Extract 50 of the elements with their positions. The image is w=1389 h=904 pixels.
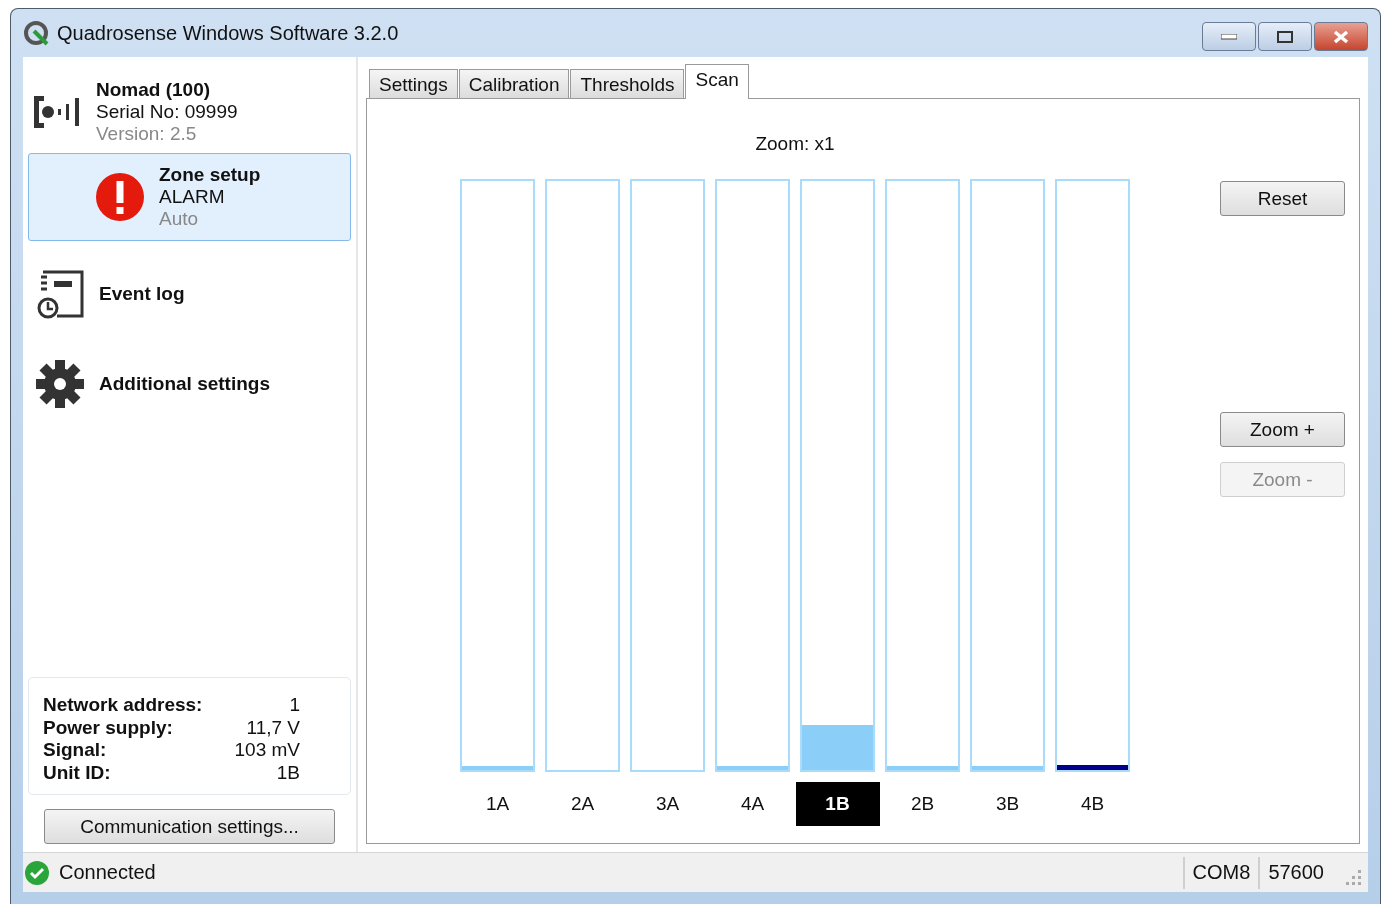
info-label: Network address: [43, 694, 204, 717]
channel-label[interactable]: 3A [625, 782, 710, 826]
check-icon [25, 860, 49, 885]
sidebar-item[interactable]: Event log [28, 249, 351, 339]
channel-label[interactable]: 4B [1050, 782, 1135, 826]
maximize-button[interactable] [1258, 22, 1312, 51]
app-logo-icon [23, 20, 49, 46]
info-value: 1B [275, 761, 300, 784]
firmware-version: Version: 2.5 [96, 123, 198, 145]
tab[interactable]: Thresholds [570, 69, 685, 99]
tab[interactable]: Calibration [458, 69, 570, 99]
maximize-icon [1277, 30, 1293, 43]
item-title: Additional settings [99, 373, 270, 395]
info-label: Unit ID: [43, 761, 112, 784]
info-value: 1 [288, 694, 300, 717]
event-log-icon [35, 269, 85, 319]
sidebar-item[interactable]: Zone setup ALARM Auto [28, 153, 351, 241]
panel-button[interactable]: Zoom + [1220, 412, 1345, 447]
window-title: Quadrosense Windows Software 3.2.0 [57, 21, 400, 45]
channel-label[interactable]: 1B [795, 782, 880, 826]
alarm-icon [95, 172, 145, 222]
close-button[interactable] [1314, 22, 1368, 51]
channel-label[interactable]: 2B [880, 782, 965, 826]
close-icon [1333, 29, 1349, 44]
info-label: Signal: [43, 739, 108, 762]
minimize-button[interactable] [1202, 22, 1256, 51]
connection-status: Connected [58, 861, 157, 884]
item-title: Event log [99, 283, 185, 305]
communication-settings-button[interactable]: Communication settings... [44, 809, 335, 844]
baud-rate: 57600 [1258, 856, 1332, 889]
channel-label[interactable]: 2A [540, 782, 625, 826]
info-value: 103 mV [234, 739, 300, 762]
channel-label[interactable]: 4A [710, 782, 795, 826]
alarm-status: ALARM [159, 186, 226, 208]
panel-button[interactable]: Reset [1220, 181, 1345, 216]
port-name: COM8 [1182, 856, 1259, 889]
sidebar-item[interactable]: Additional settings [28, 339, 351, 429]
minimize-icon [1221, 33, 1237, 40]
item-title: Zone setup [159, 164, 261, 186]
info-value: 11,7 V [245, 716, 300, 739]
serial-number: Serial No: 09999 [96, 101, 238, 123]
device-name: Nomad (100) [96, 79, 212, 101]
tab[interactable]: Settings [369, 69, 458, 99]
channel-label[interactable]: 3B [965, 782, 1050, 826]
settings-icon [35, 359, 85, 409]
zoom-level: Zoom: x1 [755, 133, 835, 156]
tab[interactable]: Scan [685, 64, 749, 99]
mode-text: Auto [159, 208, 200, 230]
channel-label[interactable]: 1A [455, 782, 540, 826]
info-label: Power supply: [43, 716, 174, 739]
